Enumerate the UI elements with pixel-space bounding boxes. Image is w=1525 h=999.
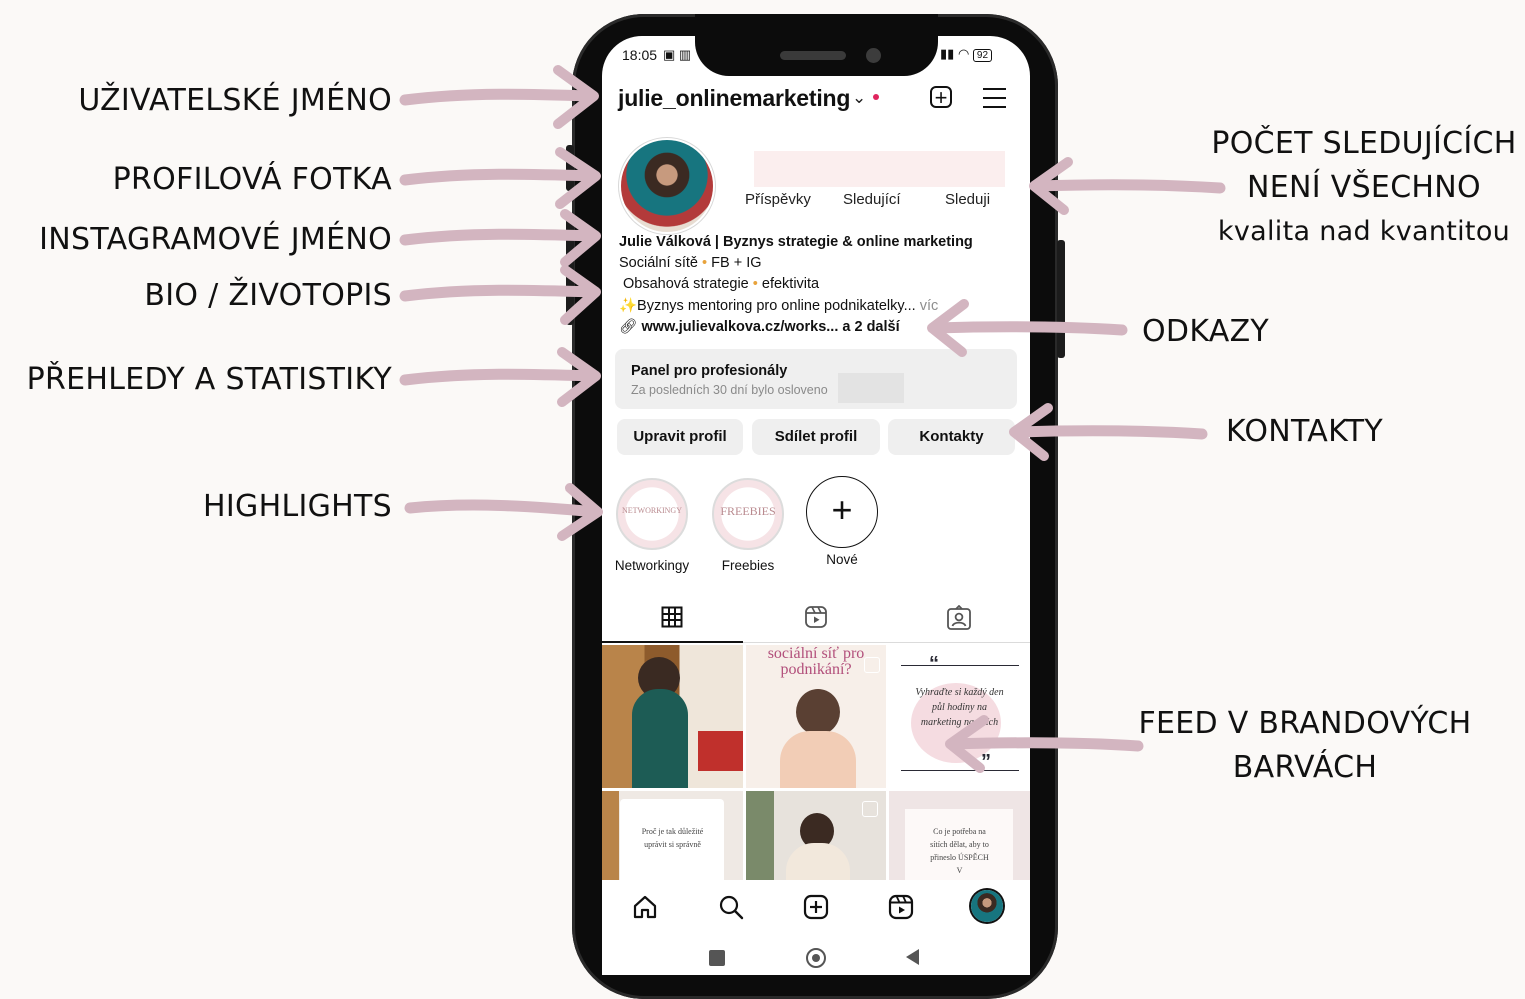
- status-time: 18:05: [622, 47, 658, 63]
- display-name: Julie Válková | Byznys strategie & onlin…: [619, 234, 973, 250]
- stat-posts-label[interactable]: Příspěvky: [745, 191, 811, 208]
- create-icon[interactable]: [803, 894, 829, 920]
- bullet-icon: •: [702, 255, 712, 271]
- home-icon[interactable]: [632, 894, 658, 920]
- bio-line: Obsahová strategie • efektivita: [623, 276, 819, 292]
- label-bio: BIO / ŽIVOTOPIS: [144, 278, 392, 313]
- highlight-freebies[interactable]: FREEBIES: [712, 478, 784, 550]
- grid-icon[interactable]: [661, 606, 683, 628]
- feed-post[interactable]: [746, 791, 886, 880]
- tagged-icon[interactable]: [946, 605, 972, 631]
- battery-icon: 92: [972, 49, 993, 62]
- label-highlights: HIGHLIGHTS: [203, 489, 392, 524]
- front-camera: [866, 48, 881, 63]
- highlight-cover-text: NETWORKINGY: [622, 506, 682, 515]
- back-button[interactable]: [904, 948, 920, 966]
- recents-button[interactable]: [709, 950, 725, 966]
- chevron-down-icon[interactable]: ⌄: [852, 88, 866, 108]
- plus-icon: +: [831, 489, 853, 530]
- bio-text: Obsahová strategie: [623, 276, 749, 292]
- pro-panel-title: Panel pro profesionály: [631, 363, 788, 379]
- arrow-insights: [399, 347, 601, 407]
- home-button[interactable]: [806, 948, 826, 968]
- bio-text: ✨Byznys mentoring pro online podnikatelk…: [619, 298, 916, 314]
- profile-nav-avatar[interactable]: [971, 890, 1003, 922]
- side-button: [566, 215, 574, 325]
- bio-line: ✨Byznys mentoring pro online podnikatelk…: [619, 297, 938, 314]
- bio-more-link[interactable]: víc: [920, 298, 939, 314]
- feed-post[interactable]: Proč je tak důležité uprávit si správně: [602, 791, 743, 880]
- arrow-highlights: [404, 483, 603, 541]
- label-links: ODKAZY: [1142, 314, 1270, 349]
- pro-panel-value-hidden: [838, 373, 904, 403]
- bio-text: FB + IG: [711, 255, 762, 271]
- label-followers: POČET SLEDUJÍCÍCH NENÍ VŠECHNO kvalita n…: [1205, 122, 1523, 254]
- feed-post[interactable]: Vyhraďte si každý den půl hodiny na mark…: [889, 645, 1030, 788]
- professional-dashboard[interactable]: [615, 349, 1017, 409]
- arrow-username: [399, 65, 599, 129]
- status-icons-left: ▣ ▥: [663, 47, 692, 62]
- link-icon: 🔗︎: [619, 319, 638, 335]
- bio-text: Sociální sítě: [619, 255, 698, 271]
- pro-panel-subtitle: Za posledních 30 dní bylo osloveno: [631, 383, 828, 397]
- stat-following-label[interactable]: Sleduji: [945, 191, 990, 208]
- highlight-label: Freebies: [721, 558, 775, 573]
- reels-icon[interactable]: [804, 605, 828, 629]
- menu-icon[interactable]: [983, 88, 1006, 108]
- feed-post[interactable]: sociální síť pro podnikání?: [746, 645, 886, 788]
- feed-post-text: Co je potřeba na sítích dělat, aby to př…: [930, 827, 989, 875]
- stats-counts-hidden: [754, 151, 1005, 187]
- reels-nav-icon[interactable]: [888, 894, 914, 920]
- contacts-button[interactable]: Kontakty: [888, 419, 1015, 455]
- active-tab-indicator: [602, 641, 743, 643]
- label-feed-line1: FEED V BRANDOVÝCH: [1138, 706, 1472, 741]
- highlight-networkingy[interactable]: NETWORKINGY: [616, 478, 688, 550]
- edit-profile-button[interactable]: Upravit profil: [617, 419, 743, 455]
- label-contacts: KONTAKTY: [1226, 414, 1383, 449]
- bio-link-text[interactable]: www.julievalkova.cz/works... a 2 další: [641, 319, 899, 335]
- feed-post-text: Proč je tak důležité uprávit si správně: [641, 827, 704, 849]
- label-feed: FEED V BRANDOVÝCH BARVÁCH: [1125, 702, 1485, 790]
- arrow-followers: [1029, 157, 1226, 215]
- create-post-icon[interactable]: +: [930, 86, 952, 109]
- label-username: UŽIVATELSKÉ JMÉNO: [78, 83, 392, 118]
- status-icons-right: ▮▮ ◠ 92: [940, 46, 993, 62]
- notification-dot: [873, 94, 879, 100]
- side-button: [1057, 240, 1065, 358]
- reels-badge-icon: [864, 657, 880, 673]
- wifi-icon: ◠: [957, 46, 970, 61]
- feed-post[interactable]: [602, 645, 743, 788]
- highlight-label: Nové: [826, 552, 858, 567]
- label-feed-line2: BARVÁCH: [1232, 750, 1378, 785]
- search-icon[interactable]: [718, 894, 744, 920]
- profile-avatar[interactable]: [621, 140, 713, 232]
- highlight-label: Networkingy: [614, 558, 690, 573]
- label-followers-line1: POČET SLEDUJÍCÍCH: [1211, 126, 1517, 161]
- signal-icon: ▮▮: [940, 46, 955, 61]
- label-insights: PŘEHLEDY A STATISTIKY: [26, 362, 392, 397]
- label-followers-line2: NENÍ VŠECHNO: [1247, 170, 1481, 205]
- label-profile-photo: PROFILOVÁ FOTKA: [112, 162, 392, 197]
- highlight-cover-text: FREEBIES: [720, 504, 776, 518]
- stat-followers-label[interactable]: Sledující: [843, 191, 901, 208]
- bio-text: efektivita: [761, 276, 820, 292]
- new-highlight-button[interactable]: +: [806, 476, 878, 548]
- speaker-grille: [780, 51, 846, 60]
- bio-link[interactable]: 🔗︎ www.julievalkova.cz/works... a 2 dalš…: [619, 318, 900, 335]
- phone-notch: [695, 14, 938, 76]
- feed-post[interactable]: Co je potřeba na sítích dělat, aby to př…: [889, 791, 1030, 880]
- profile-username[interactable]: julie_onlinemarketing: [618, 85, 850, 112]
- side-button: [566, 145, 574, 191]
- bullet-icon: •: [752, 276, 762, 292]
- feed-post-text: Vyhraďte si každý den půl hodiny na mark…: [915, 687, 1004, 728]
- label-followers-line3: kvalita nad kvantitou: [1217, 216, 1511, 247]
- reels-badge-icon: [862, 801, 878, 817]
- label-instagram-name: INSTAGRAMOVÉ JMÉNO: [39, 222, 392, 257]
- bio-line: Sociální sítě • FB + IG: [619, 255, 762, 271]
- share-profile-button[interactable]: Sdílet profil: [752, 419, 880, 455]
